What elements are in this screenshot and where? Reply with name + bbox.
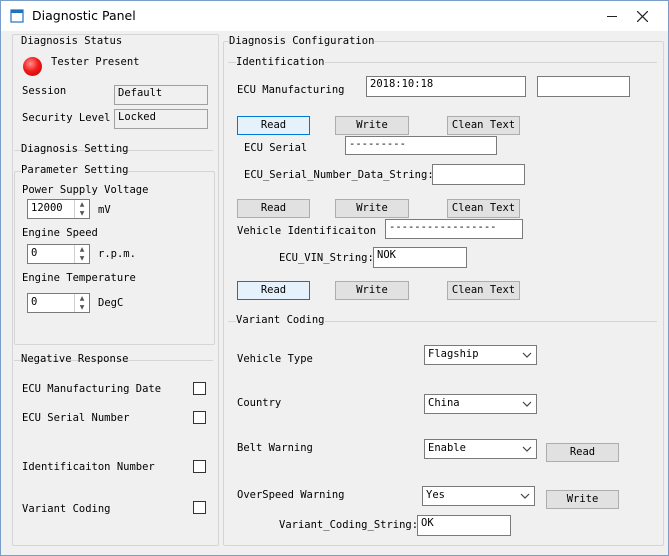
engine-temperature-label: Engine Temperature — [22, 272, 136, 284]
close-button[interactable] — [628, 5, 656, 27]
ecu-mfg-write-button[interactable]: Write — [335, 116, 409, 135]
country-label: Country — [237, 397, 282, 409]
neg-identification-number-label: Identificaiton Number — [22, 461, 155, 473]
spin-down-icon[interactable]: ▼ — [75, 303, 89, 312]
variant-read-button[interactable]: Read — [546, 443, 619, 462]
security-level-field: Locked — [114, 109, 208, 129]
ecu-mfg-read-button[interactable]: Read — [237, 116, 310, 135]
ecu-serial-write-button[interactable]: Write — [335, 199, 409, 218]
close-icon — [636, 10, 648, 22]
diagnostic-panel-window: Diagnostic Panel Diagnosis Status Tester… — [0, 0, 669, 556]
engine-temperature-spinner[interactable]: 0 ▲ ▼ — [27, 293, 90, 313]
ecu-manufacturing-field-2[interactable] — [537, 76, 630, 97]
engine-speed-label: Engine Speed — [22, 227, 98, 239]
neg-variant-coding-label: Variant Coding — [22, 503, 111, 515]
tester-present-label: Tester Present — [51, 56, 140, 68]
spin-down-icon[interactable]: ▼ — [75, 254, 89, 263]
session-label: Session — [22, 85, 67, 97]
chevron-down-icon — [522, 446, 532, 452]
power-supply-voltage-label: Power Supply Voltage — [22, 184, 149, 196]
ecu-manufacturing-field[interactable]: 2018:10:18 — [366, 76, 526, 97]
app-icon — [10, 9, 24, 23]
vin-read-button[interactable]: Read — [237, 281, 310, 300]
power-supply-voltage-value: 12000 — [31, 202, 63, 214]
neg-ecu-mfg-date-label: ECU Manufacturing Date — [22, 383, 162, 395]
ecu-serial-read-button[interactable]: Read — [237, 199, 310, 218]
vehicle-type-label: Vehicle Type — [237, 353, 313, 365]
parameter-setting-title: Parameter Setting — [21, 164, 129, 176]
vehicle-identification-field[interactable]: ----------------- — [385, 219, 523, 239]
negative-response-title: Negative Response — [21, 353, 129, 365]
belt-warning-dropdown[interactable]: Enable — [424, 439, 537, 459]
variant-coding-title: Variant Coding — [236, 314, 325, 326]
variant-coding-string-field[interactable]: OK — [417, 515, 511, 536]
variant-coding-string-label: Variant_Coding_String: — [279, 519, 419, 531]
neg-ecu-serial-number-checkbox[interactable] — [193, 411, 206, 424]
minimize-icon — [607, 16, 617, 17]
window-title: Diagnostic Panel — [32, 8, 136, 23]
minimize-button[interactable] — [598, 5, 626, 27]
neg-ecu-serial-number-label: ECU Serial Number — [22, 412, 130, 424]
ecu-serial-clean-text-button[interactable]: Clean Text — [447, 199, 520, 218]
overspeed-warning-value: Yes — [426, 489, 445, 501]
overspeed-warning-dropdown[interactable]: Yes — [422, 486, 535, 506]
belt-warning-value: Enable — [428, 442, 466, 454]
identification-title: Identification — [236, 56, 325, 68]
security-level-label: Security Level — [22, 112, 111, 124]
spin-up-icon[interactable]: ▲ — [75, 294, 89, 303]
vehicle-type-value: Flagship — [428, 348, 479, 360]
power-supply-voltage-spinner[interactable]: 12000 ▲ ▼ — [27, 199, 90, 219]
chevron-down-icon — [522, 352, 532, 358]
engine-speed-spinner[interactable]: 0 ▲ ▼ — [27, 244, 90, 264]
diagnosis-configuration-title: Diagnosis Configuration — [229, 35, 375, 47]
title-bar[interactable]: Diagnostic Panel — [1, 1, 668, 31]
ecu-serial-string-label: ECU_Serial_Number_Data_String: — [244, 169, 434, 181]
variant-write-button[interactable]: Write — [546, 490, 619, 509]
ecu-manufacturing-label: ECU Manufacturing — [237, 84, 345, 96]
ecu-mfg-clean-text-button[interactable]: Clean Text — [447, 116, 520, 135]
overspeed-warning-label: OverSpeed Warning — [237, 489, 345, 501]
ecu-serial-string-field[interactable] — [432, 164, 525, 185]
spin-up-icon[interactable]: ▲ — [75, 245, 89, 254]
neg-identification-number-checkbox[interactable] — [193, 460, 206, 473]
vin-write-button[interactable]: Write — [335, 281, 409, 300]
country-dropdown[interactable]: China — [424, 394, 537, 414]
engine-speed-value: 0 — [31, 247, 38, 259]
ecu-serial-label: ECU Serial — [244, 142, 308, 154]
neg-variant-coding-checkbox[interactable] — [193, 501, 206, 514]
diagnosis-setting-title: Diagnosis Setting — [21, 143, 129, 155]
vin-clean-text-button[interactable]: Clean Text — [447, 281, 520, 300]
belt-warning-label: Belt Warning — [237, 442, 313, 454]
country-value: China — [428, 397, 460, 409]
tester-present-led — [23, 57, 42, 76]
vehicle-type-dropdown[interactable]: Flagship — [424, 345, 537, 365]
engine-temperature-value: 0 — [31, 296, 38, 308]
engine-speed-unit: r.p.m. — [98, 248, 136, 260]
power-supply-voltage-unit: mV — [98, 204, 111, 216]
diagnosis-status-title: Diagnosis Status — [21, 35, 123, 47]
session-field: Default — [114, 85, 208, 105]
neg-ecu-mfg-date-checkbox[interactable] — [193, 382, 206, 395]
chevron-down-icon — [520, 493, 530, 499]
ecu-serial-field[interactable]: --------- — [345, 136, 497, 155]
vin-string-field[interactable]: NOK — [373, 247, 467, 268]
engine-temperature-unit: DegC — [98, 297, 124, 309]
spin-up-icon[interactable]: ▲ — [75, 200, 89, 209]
vin-string-label: ECU_VIN_String: — [279, 252, 374, 264]
chevron-down-icon — [522, 401, 532, 407]
vehicle-identification-label: Vehicle Identificaiton — [237, 225, 377, 237]
spin-down-icon[interactable]: ▼ — [75, 209, 89, 218]
